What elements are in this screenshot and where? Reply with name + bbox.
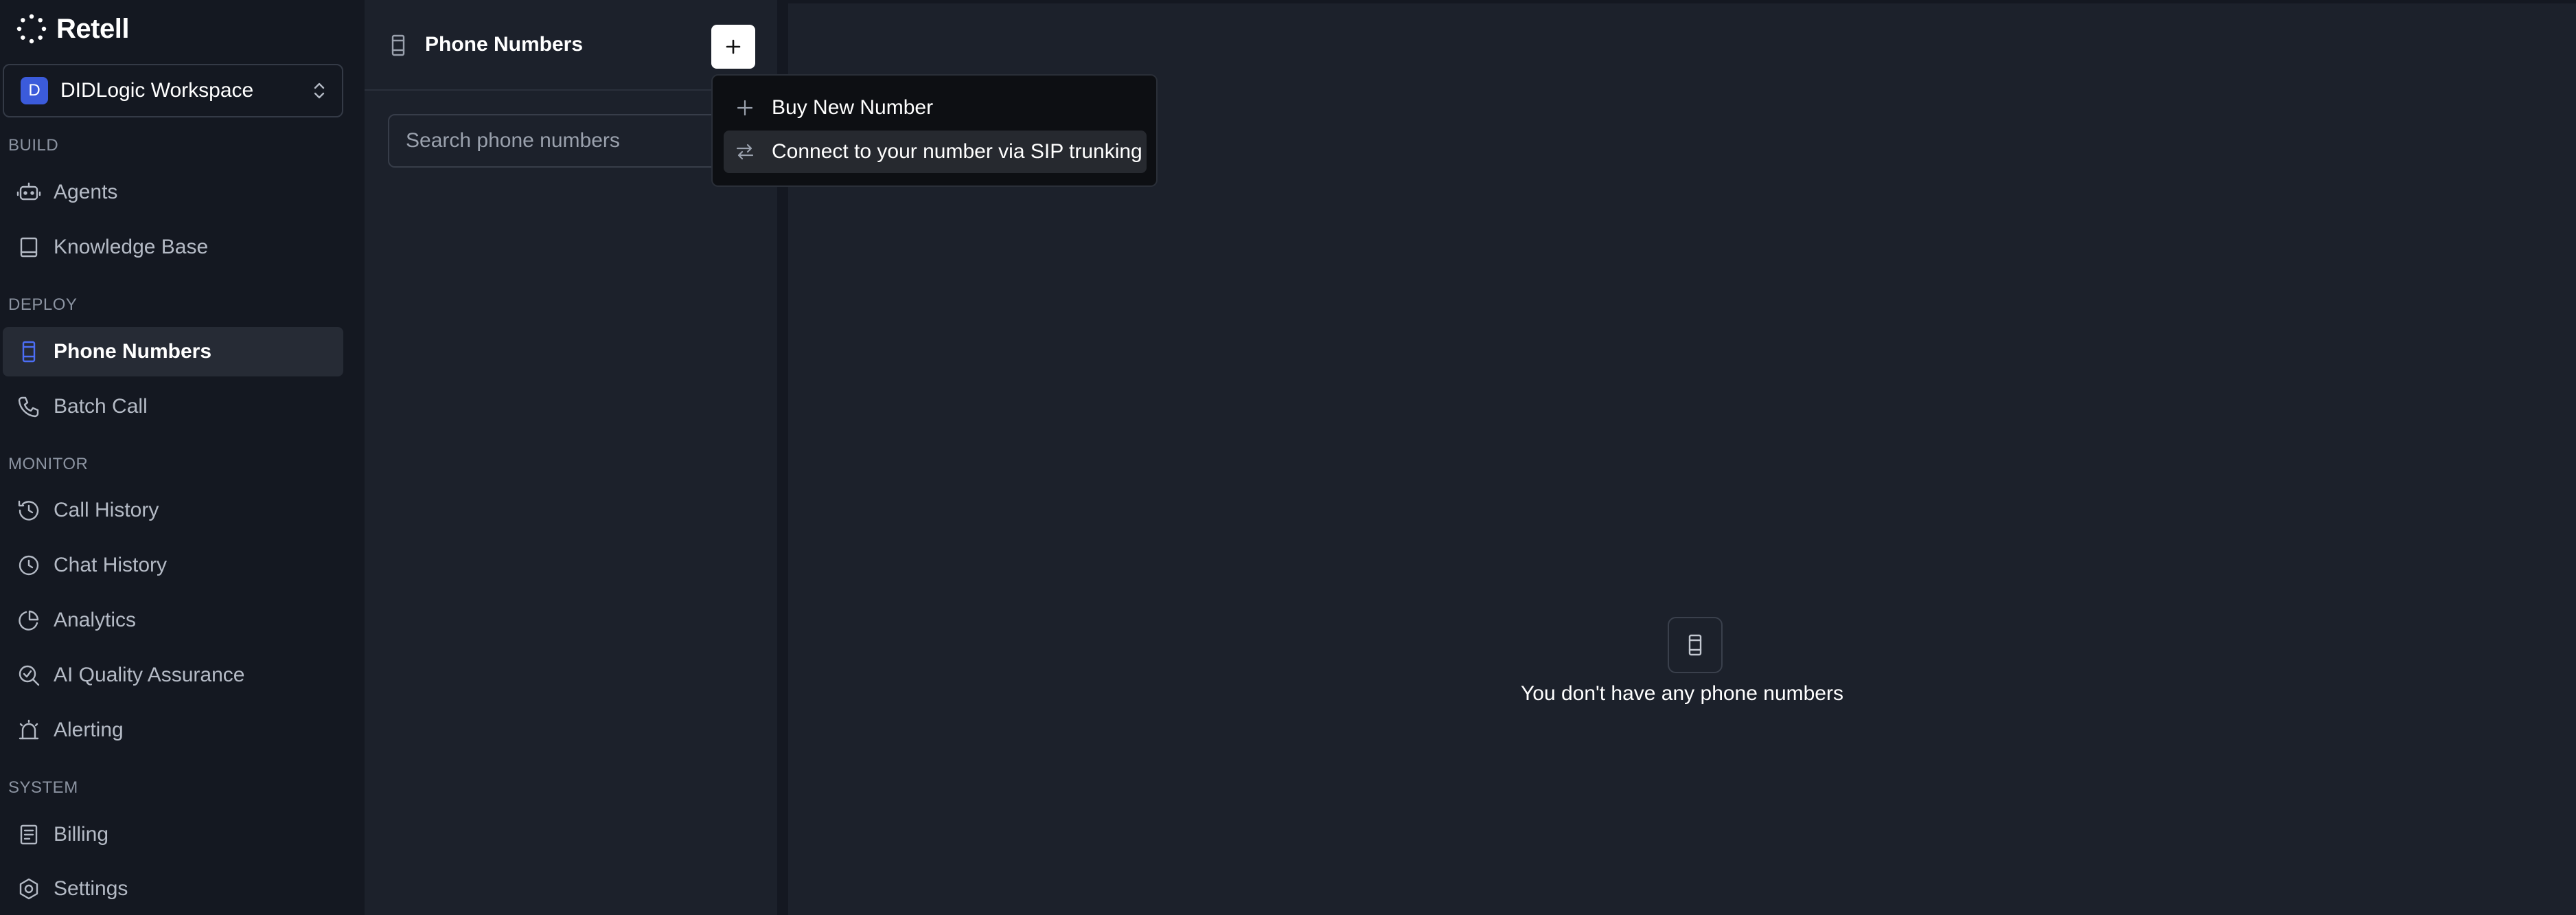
sidebar-item-ai-quality-assurance[interactable]: AI Quality Assurance bbox=[3, 651, 343, 700]
chevron-up-down-icon bbox=[314, 82, 325, 99]
section-label-build: BUILD bbox=[8, 136, 59, 155]
sidebar-item-label: Knowledge Base bbox=[54, 236, 209, 258]
sidebar-item-label: AI Quality Assurance bbox=[54, 664, 245, 686]
sidebar-item-label: Analytics bbox=[54, 609, 137, 631]
menu-item-label: Connect to your number via SIP trunking bbox=[772, 140, 1142, 163]
workspace-avatar: D bbox=[21, 77, 48, 104]
empty-state-icon-box bbox=[1668, 617, 1723, 673]
sidebar-item-alerting[interactable]: Alerting bbox=[3, 705, 343, 755]
sidebar-item-chat-history[interactable]: Chat History bbox=[3, 541, 343, 590]
clock-icon bbox=[19, 555, 39, 576]
sidebar-item-billing[interactable]: Billing bbox=[3, 810, 343, 859]
phone-icon bbox=[18, 396, 39, 418]
history-icon bbox=[18, 500, 39, 521]
sidebar-item-label: Settings bbox=[54, 877, 128, 900]
sidebar-item-label: Batch Call bbox=[54, 395, 148, 418]
workspace-switcher[interactable]: D DIDLogic Workspace bbox=[3, 64, 343, 117]
menu-item-buy-new-number[interactable]: Buy New Number bbox=[724, 87, 1147, 129]
retell-logo-icon bbox=[16, 14, 47, 44]
sidebar-item-call-history[interactable]: Call History bbox=[3, 486, 343, 535]
sidebar-item-label: Alerting bbox=[54, 719, 124, 741]
receipt-icon bbox=[20, 824, 38, 845]
workspace-name: DIDLogic Workspace bbox=[60, 79, 254, 102]
app-root: Retell D DIDLogic Workspace BUILD Agents bbox=[0, 0, 2576, 915]
section-label-monitor: MONITOR bbox=[8, 455, 89, 473]
alarm-icon bbox=[19, 719, 39, 740]
menu-item-label: Buy New Number bbox=[772, 96, 934, 119]
brand-name: Retell bbox=[56, 13, 129, 44]
robot-icon bbox=[16, 182, 41, 201]
section-label-deploy: DEPLOY bbox=[8, 295, 78, 314]
sidebar: Retell D DIDLogic Workspace BUILD Agents bbox=[0, 0, 362, 915]
sidebar-item-label: Billing bbox=[54, 823, 109, 846]
sidebar-item-label: Phone Numbers bbox=[54, 340, 212, 363]
phone-number-icon bbox=[1688, 634, 1702, 656]
sidebar-item-batch-call[interactable]: Batch Call bbox=[3, 382, 343, 431]
search-phone-numbers-input[interactable] bbox=[388, 114, 745, 168]
empty-state-message: You don't have any phone numbers bbox=[1521, 682, 1843, 705]
add-phone-number-button[interactable] bbox=[711, 25, 755, 69]
sidebar-item-analytics[interactable]: Analytics bbox=[3, 596, 343, 645]
sidebar-item-phone-numbers[interactable]: Phone Numbers bbox=[3, 327, 343, 376]
sidebar-item-agents[interactable]: Agents bbox=[3, 168, 343, 217]
search-check-icon bbox=[19, 665, 40, 686]
plus-icon bbox=[737, 100, 753, 116]
section-label-system: SYSTEM bbox=[8, 778, 78, 797]
brand[interactable]: Retell bbox=[16, 8, 129, 49]
sidebar-item-settings[interactable]: Settings bbox=[3, 864, 343, 914]
sidebar-item-label: Chat History bbox=[54, 554, 168, 576]
phone-number-icon bbox=[22, 341, 36, 363]
phone-number-icon bbox=[391, 34, 405, 56]
menu-item-connect-sip-trunking[interactable]: Connect to your number via SIP trunking bbox=[724, 131, 1147, 173]
book-icon bbox=[20, 237, 38, 258]
panel-title: Phone Numbers bbox=[425, 33, 584, 56]
add-number-dropdown-menu: Buy New Number Connect to your number vi… bbox=[711, 74, 1158, 187]
gear-icon bbox=[19, 878, 38, 900]
sidebar-item-label: Agents bbox=[54, 181, 118, 203]
sidebar-item-label: Call History bbox=[54, 499, 159, 521]
sidebar-item-knowledge-base[interactable]: Knowledge Base bbox=[3, 223, 343, 272]
arrows-swap-icon bbox=[736, 144, 754, 160]
plus-icon bbox=[726, 39, 741, 54]
pie-chart-icon bbox=[19, 610, 39, 631]
